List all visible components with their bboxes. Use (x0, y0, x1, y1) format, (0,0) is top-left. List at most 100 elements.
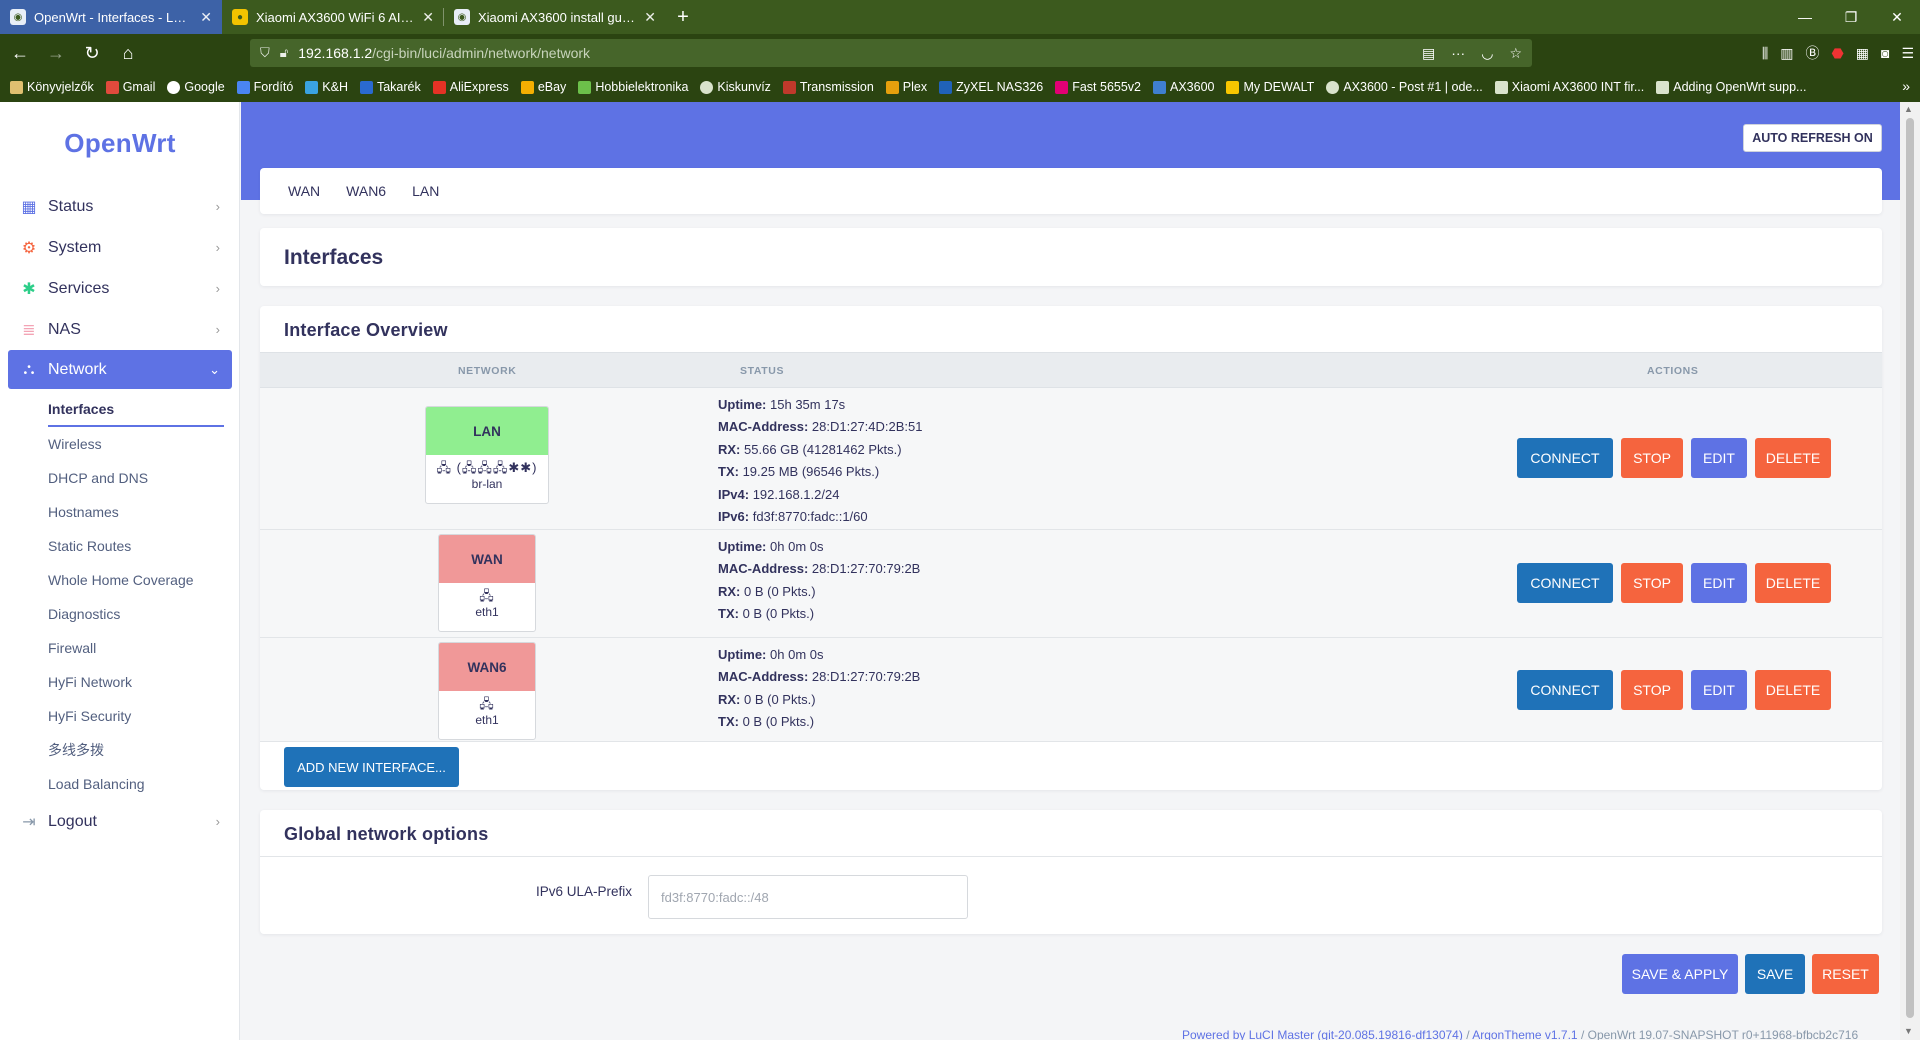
scroll-down-icon[interactable]: ▼ (1904, 1026, 1913, 1036)
bookmark-item[interactable]: AX3600 (1153, 80, 1214, 94)
extension-mask-icon[interactable]: ◙ (1881, 45, 1889, 61)
stop-button[interactable]: STOP (1621, 438, 1683, 478)
submenu-multiwan[interactable]: 多线多拨 (48, 733, 232, 767)
theme-link[interactable]: ArgonTheme v1.7.1 (1472, 1028, 1577, 1040)
connect-button[interactable]: CONNECT (1517, 563, 1613, 603)
stop-button[interactable]: STOP (1621, 563, 1683, 603)
bookmark-item[interactable]: Hobbielektronika (578, 80, 688, 94)
edit-button[interactable]: EDIT (1691, 438, 1747, 478)
sidebar-toggle-icon[interactable]: ▥ (1780, 45, 1793, 62)
tab-lan[interactable]: LAN (412, 183, 439, 199)
sidebar-item-logout[interactable]: ⇥ Logout › (8, 801, 232, 842)
restore-icon[interactable]: ❐ (1828, 0, 1874, 34)
browser-tab-openwrt[interactable]: ◉ OpenWrt - Interfaces - LuCI ✕ (0, 0, 222, 34)
submenu-wireless[interactable]: Wireless (48, 427, 232, 461)
browser-tab-xiaomi[interactable]: ● Xiaomi AX3600 WiFi 6 AIoT Rou ✕ (222, 0, 444, 34)
stop-button[interactable]: STOP (1621, 670, 1683, 710)
bookmark-item[interactable]: Transmission (782, 80, 874, 94)
tab-wan6[interactable]: WAN6 (346, 183, 386, 199)
new-tab-button[interactable]: + (666, 0, 700, 34)
save-apply-button[interactable]: SAVE & APPLY (1622, 954, 1738, 994)
network-badge[interactable]: WAN 🖧 eth1 (438, 534, 536, 632)
submenu-dhcp-dns[interactable]: DHCP and DNS (48, 461, 232, 495)
tab-wan[interactable]: WAN (288, 183, 320, 199)
pocket-icon[interactable]: ◡ (1481, 45, 1493, 62)
row-actions: CONNECT STOP EDIT DELETE (1517, 438, 1831, 478)
page-actions-icon[interactable]: ··· (1451, 45, 1465, 62)
delete-button[interactable]: DELETE (1755, 563, 1831, 603)
extension-grid-icon[interactable]: ▦ (1856, 45, 1869, 62)
openwrt-icon (1153, 80, 1166, 94)
bookmark-item[interactable]: K&H (305, 80, 348, 94)
bookmark-item[interactable]: AliExpress (432, 80, 509, 94)
sidebar-item-nas[interactable]: ≣ NAS › (8, 309, 232, 350)
bookmark-item[interactable]: Xiaomi AX3600 INT fir... (1494, 80, 1644, 94)
reload-icon[interactable]: ↻ (76, 37, 108, 69)
edit-button[interactable]: EDIT (1691, 563, 1747, 603)
ublock-icon[interactable]: ⬣ (1832, 45, 1844, 62)
sidebar-item-network[interactable]: ⛬ Network ⌄ (8, 350, 232, 389)
scrollbar-thumb[interactable] (1906, 118, 1914, 1018)
bookmark-item[interactable]: Adding OpenWrt supp... (1656, 80, 1806, 94)
bookmark-item[interactable]: AX3600 - Post #1 | ode... (1326, 80, 1483, 94)
bookmark-item[interactable]: Google (167, 80, 225, 94)
back-icon[interactable]: ← (4, 37, 36, 69)
sidebar-item-system[interactable]: ⚙ System › (8, 227, 232, 268)
luci-link[interactable]: Powered by LuCI Master (git-20.085.19816… (1182, 1028, 1463, 1040)
openwrt-logo[interactable]: OpenWrt (0, 128, 240, 159)
submenu-diagnostics[interactable]: Diagnostics (48, 597, 232, 631)
bookmark-item[interactable]: Könyvjelzők (10, 80, 94, 94)
library-icon[interactable]: ⫼ (1762, 45, 1768, 62)
connect-button[interactable]: CONNECT (1517, 670, 1613, 710)
tab-close-icon[interactable]: ✕ (200, 9, 212, 26)
shield-icon[interactable]: ⛉ (260, 45, 270, 61)
network-badge[interactable]: LAN 🖧 (🖧🖧🖧✱✱) br-lan (425, 406, 549, 504)
hamburger-menu-icon[interactable]: ☰ (1901, 45, 1914, 62)
forward-icon[interactable]: → (40, 37, 72, 69)
network-badge[interactable]: WAN6 🖧 eth1 (438, 642, 536, 740)
reset-button[interactable]: RESET (1812, 954, 1879, 994)
browser-tab-install-guide[interactable]: ◉ Xiaomi AX3600 install guide - F ✕ (444, 0, 666, 34)
delete-button[interactable]: DELETE (1755, 438, 1831, 478)
bookmarks-overflow-icon[interactable]: » (1902, 78, 1910, 94)
tab-close-icon[interactable]: ✕ (644, 9, 656, 26)
add-new-interface-button[interactable]: ADD NEW INTERFACE... (284, 747, 459, 787)
tab-close-icon[interactable]: ✕ (422, 9, 434, 26)
page-scrollbar[interactable]: ▲ ▼ (1900, 102, 1920, 1040)
edit-button[interactable]: EDIT (1691, 670, 1747, 710)
bookmark-item[interactable]: ZyXEL NAS326 (939, 80, 1043, 94)
reader-view-icon[interactable]: ▤ (1422, 45, 1435, 62)
auto-refresh-button[interactable]: AUTO REFRESH ON (1743, 124, 1882, 152)
address-bar[interactable]: ⛉ 🔓︎ 192.168.1.2/cgi-bin/luci/admin/netw… (250, 39, 1532, 67)
bookmark-item[interactable]: Kiskunvíz (700, 80, 771, 94)
minimize-icon[interactable]: — (1782, 0, 1828, 34)
scroll-up-icon[interactable]: ▲ (1904, 104, 1913, 114)
submenu-whole-home-coverage[interactable]: Whole Home Coverage (48, 563, 232, 597)
insecure-lock-icon[interactable]: 🔓︎ (280, 45, 288, 61)
extension-b-icon[interactable]: Ⓑ (1806, 43, 1820, 63)
home-icon[interactable]: ⌂ (112, 37, 144, 69)
bookmark-item[interactable]: My DEWALT (1226, 80, 1314, 94)
firmware-version: OpenWrt 19.07-SNAPSHOT r0+11968-bfbcb2c7… (1587, 1028, 1859, 1040)
sidebar-item-status[interactable]: ▦ Status › (8, 186, 232, 227)
save-button[interactable]: SAVE (1745, 954, 1805, 994)
bookmark-item[interactable]: Fast 5655v2 (1055, 80, 1141, 94)
submenu-firewall[interactable]: Firewall (48, 631, 232, 665)
connect-button[interactable]: CONNECT (1517, 438, 1613, 478)
bookmark-item[interactable]: Gmail (105, 80, 155, 94)
close-window-icon[interactable]: ✕ (1874, 0, 1920, 34)
submenu-static-routes[interactable]: Static Routes (48, 529, 232, 563)
ula-prefix-input[interactable] (648, 875, 968, 919)
submenu-load-balancing[interactable]: Load Balancing (48, 767, 232, 801)
bookmark-item[interactable]: Plex (885, 80, 927, 94)
bookmark-item[interactable]: eBay (520, 80, 566, 94)
bookmark-star-icon[interactable]: ☆ (1509, 45, 1522, 62)
delete-button[interactable]: DELETE (1755, 670, 1831, 710)
bookmark-item[interactable]: Takarék (359, 80, 421, 94)
submenu-hyfi-security[interactable]: HyFi Security (48, 699, 232, 733)
bookmark-item[interactable]: Fordító (236, 80, 293, 94)
submenu-interfaces[interactable]: Interfaces (48, 393, 224, 427)
submenu-hyfi-network[interactable]: HyFi Network (48, 665, 232, 699)
submenu-hostnames[interactable]: Hostnames (48, 495, 232, 529)
sidebar-item-services[interactable]: ✱ Services › (8, 268, 232, 309)
